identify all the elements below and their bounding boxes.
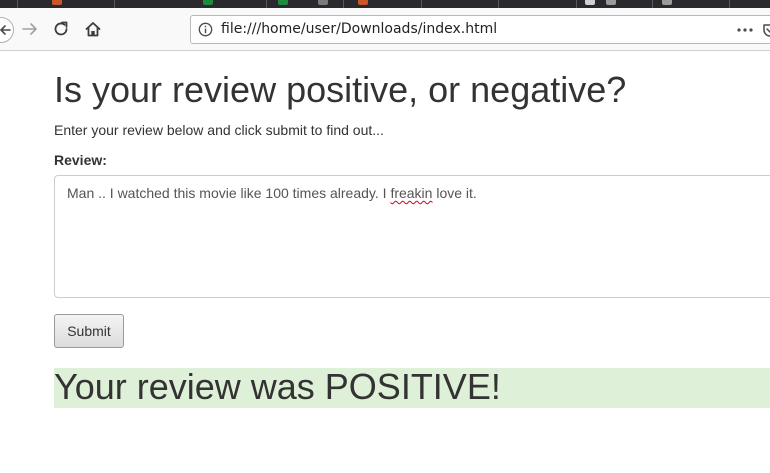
review-textarea[interactable]: Man .. I watched this movie like 100 tim… — [54, 175, 770, 298]
tab-separator — [421, 0, 422, 8]
tab-separator — [114, 0, 115, 8]
address-bar[interactable]: file:///home/user/Downloads/index.html — [190, 15, 770, 44]
reload-icon — [54, 21, 68, 36]
forward-button[interactable] — [18, 17, 42, 41]
home-button[interactable] — [81, 17, 105, 41]
tab-strip[interactable] — [0, 0, 770, 8]
tab-favicon — [278, 0, 288, 5]
tab-favicon — [585, 0, 595, 5]
tab-favicon — [52, 0, 62, 5]
review-text-end: love it. — [432, 185, 477, 201]
tab-separator — [498, 0, 499, 8]
submit-button[interactable]: Submit — [54, 314, 124, 348]
tab-separator — [266, 0, 267, 8]
tab-separator — [17, 0, 18, 8]
review-label: Review: — [54, 152, 107, 168]
more-horizontal-icon[interactable] — [735, 22, 755, 38]
tab-favicon — [662, 0, 672, 5]
result-banner: Your review was POSITIVE! — [54, 366, 770, 408]
arrow-right-icon — [22, 23, 37, 35]
review-text: Man .. I watched this movie like 100 tim… — [67, 185, 391, 201]
tab-favicon — [203, 0, 213, 5]
home-icon — [85, 22, 101, 37]
back-button[interactable] — [0, 17, 14, 43]
tab-separator — [729, 0, 730, 8]
intro-text: Enter your review below and click submit… — [54, 122, 384, 138]
misspelled-word: freakin — [390, 185, 433, 201]
tab-favicon — [358, 0, 368, 5]
tab-separator — [343, 0, 344, 8]
tab-separator — [652, 0, 653, 8]
result-text: Your review was POSITIVE! — [54, 366, 501, 407]
url-text[interactable]: file:///home/user/Downloads/index.html — [221, 21, 497, 37]
tab-separator — [576, 0, 577, 8]
arrow-left-icon — [0, 25, 11, 35]
reload-button[interactable] — [49, 17, 73, 41]
navigation-toolbar: file:///home/user/Downloads/index.html — [0, 8, 770, 51]
tab-favicon — [318, 0, 328, 5]
info-icon[interactable] — [198, 22, 213, 37]
pocket-icon[interactable] — [762, 22, 770, 38]
tab-favicon — [606, 0, 616, 5]
page-title: Is your review positive, or negative? — [54, 69, 627, 110]
